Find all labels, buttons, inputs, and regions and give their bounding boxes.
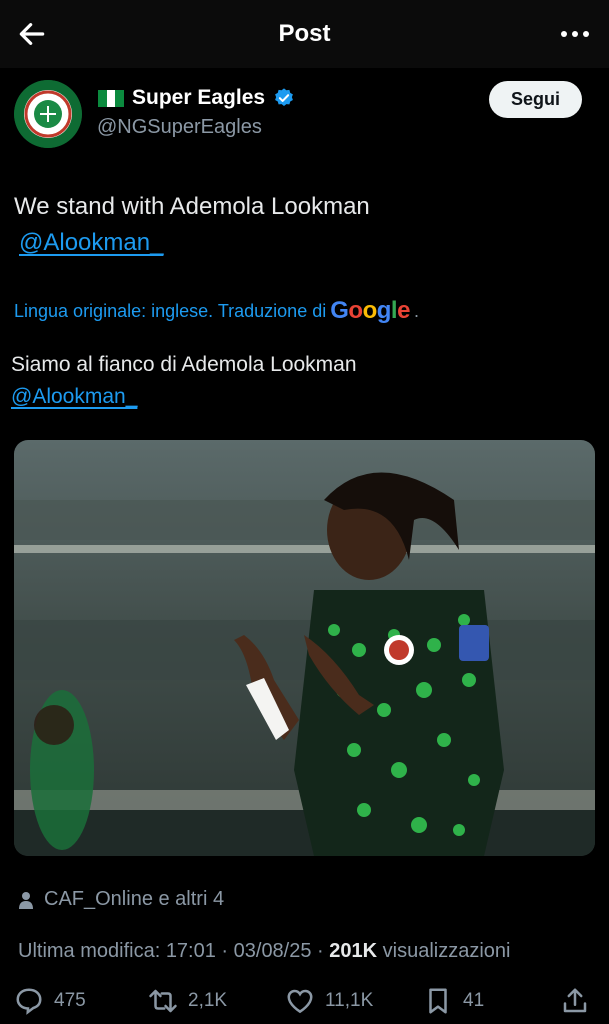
translated-text: Siamo al fianco di Ademola Lookman [11, 353, 357, 376]
bookmark-count: 41 [463, 990, 485, 1011]
views-label: visualizzazioni [382, 940, 511, 962]
share-button[interactable] [560, 986, 590, 1016]
author-name-row: Super Eagles [98, 86, 295, 110]
heart-icon [287, 989, 313, 1014]
tweet-text: We stand with Ademola Lookman [14, 193, 370, 220]
google-logo: Google [330, 297, 410, 324]
views-count: 201K [329, 940, 378, 962]
reposted-by-text: CAF_Online e altri 4 [44, 888, 225, 910]
more-options-icon[interactable] [559, 22, 591, 46]
tweet-photo[interactable] [14, 440, 595, 856]
reply-count: 475 [54, 990, 86, 1011]
nigeria-flag-icon [98, 89, 125, 107]
translated-mention-link[interactable]: @Alookman_ [11, 385, 137, 408]
top-bar: Post [0, 0, 609, 68]
like-count: 11,1K [325, 990, 374, 1011]
translated-text-block: Siamo al fianco di Ademola Lookman @Aloo… [11, 349, 357, 413]
page-title: Post [278, 20, 331, 47]
bookmark-button[interactable]: 41 [423, 986, 484, 1016]
verified-badge-icon [275, 88, 293, 106]
translation-label: Lingua originale: inglese. Traduzione di [14, 300, 327, 321]
repost-icon [149, 989, 177, 1013]
reply-icon [16, 988, 42, 1015]
translation-attribution[interactable]: Lingua originale: inglese. Traduzione di… [14, 297, 419, 325]
edited-timestamp: Ultima modifica: 17:01 · 03/08/25 · [18, 940, 330, 962]
repost-count: 2,1K [188, 990, 228, 1011]
like-button[interactable]: 11,1K [285, 986, 373, 1016]
team-crest-icon [14, 80, 82, 148]
action-bar: 475 2,1K 11,1K 41 [0, 986, 609, 1024]
reply-button[interactable]: 475 [14, 986, 86, 1016]
bookmark-icon [429, 988, 447, 1014]
avatar[interactable] [14, 80, 82, 148]
tweet-text-block: We stand with Ademola Lookman @Alookman_ [14, 189, 370, 261]
mention-link[interactable]: @Alookman_ [19, 229, 163, 256]
person-icon [19, 891, 33, 909]
player-photo-image [14, 440, 595, 856]
post-meta: Ultima modifica: 17:01 · 03/08/25 · 201K… [18, 940, 510, 963]
author-display-name[interactable]: Super Eagles [132, 86, 265, 110]
reposted-by[interactable]: CAF_Online e altri 4 [18, 888, 224, 911]
share-icon [563, 988, 587, 1013]
follow-button[interactable]: Segui [489, 81, 582, 118]
repost-button[interactable]: 2,1K [148, 986, 227, 1016]
author-handle[interactable]: @NGSuperEagles [97, 116, 262, 139]
